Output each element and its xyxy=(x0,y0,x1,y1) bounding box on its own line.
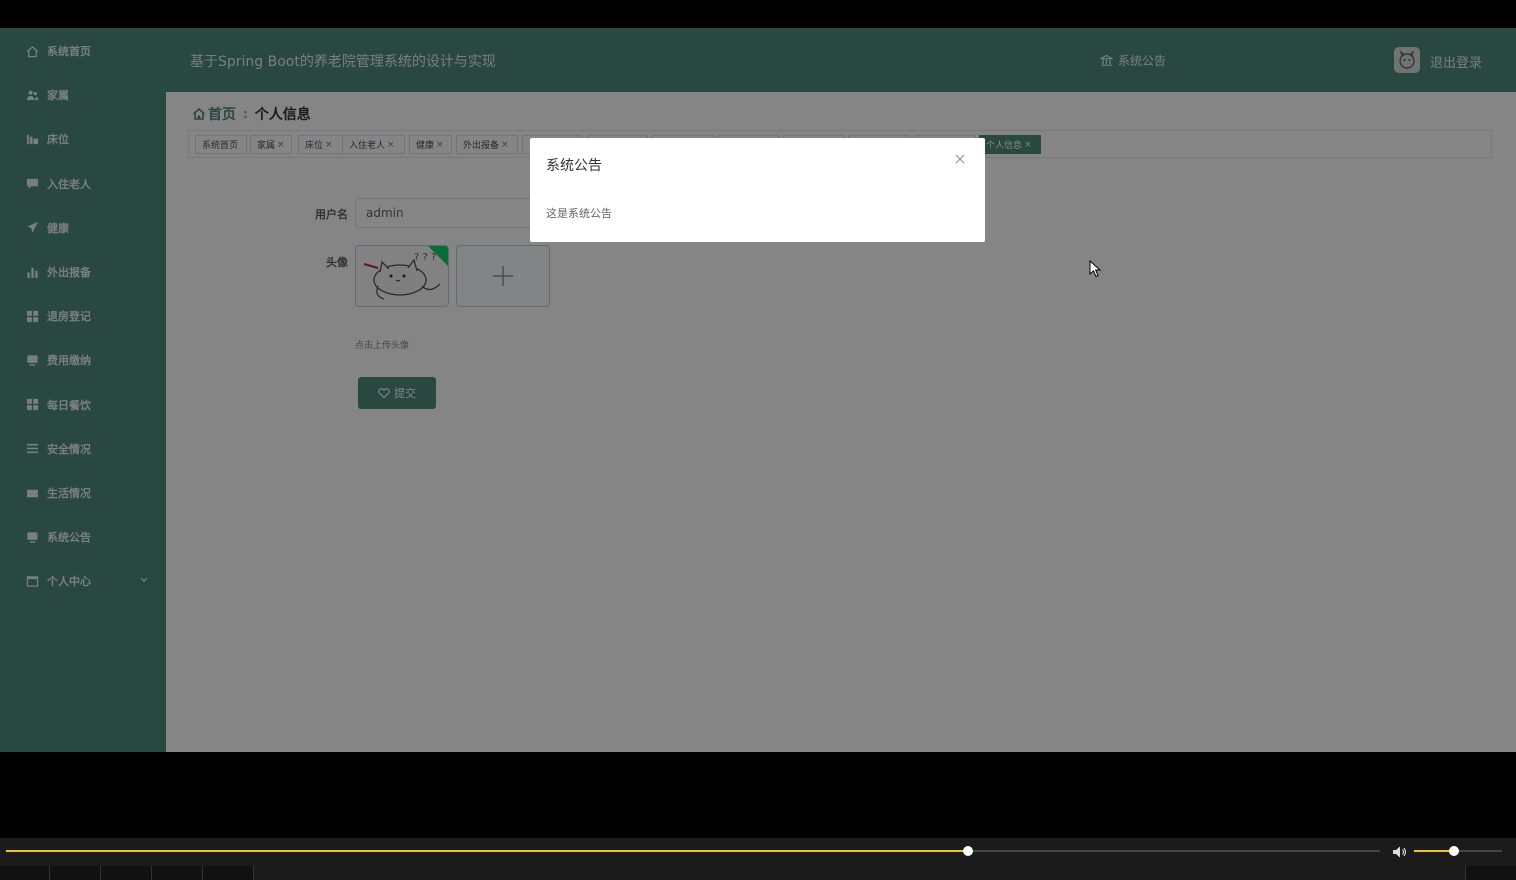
modal-overlay[interactable]: 系统公告 这是系统公告 xyxy=(0,28,1516,752)
dialog-title: 系统公告 xyxy=(546,158,602,174)
player-button-slot[interactable] xyxy=(1465,866,1516,880)
volume-knob[interactable] xyxy=(1448,846,1459,856)
volume-icon[interactable] xyxy=(1392,844,1408,858)
player-button-slot[interactable] xyxy=(0,866,50,880)
volume-slider[interactable] xyxy=(1414,846,1502,856)
close-icon[interactable] xyxy=(953,151,967,165)
player-button-slot[interactable] xyxy=(203,866,254,880)
player-button-slot[interactable] xyxy=(152,866,203,880)
video-player-controls xyxy=(0,838,1516,880)
screen: 系统首页 家属 床位 入住老人 健康 外出报备 退房登记 费用缴纳 每日餐饮 安全情况 生活情况 系统… xyxy=(0,0,1516,880)
progress-fill xyxy=(6,850,968,852)
progress-bar[interactable] xyxy=(6,846,1380,856)
notice-dialog: 系统公告 这是系统公告 xyxy=(530,138,985,242)
volume-fill xyxy=(1414,850,1454,852)
progress-knob[interactable] xyxy=(962,846,973,856)
app-window: 系统首页 家属 床位 入住老人 健康 外出报备 退房登记 费用缴纳 每日餐饮 安全情况 生活情况 系统… xyxy=(0,28,1516,752)
dialog-body: 这是系统公告 xyxy=(546,207,612,220)
player-button-slot[interactable] xyxy=(101,866,152,880)
mouse-cursor-icon xyxy=(1089,259,1102,278)
player-button-slot[interactable] xyxy=(50,866,101,880)
